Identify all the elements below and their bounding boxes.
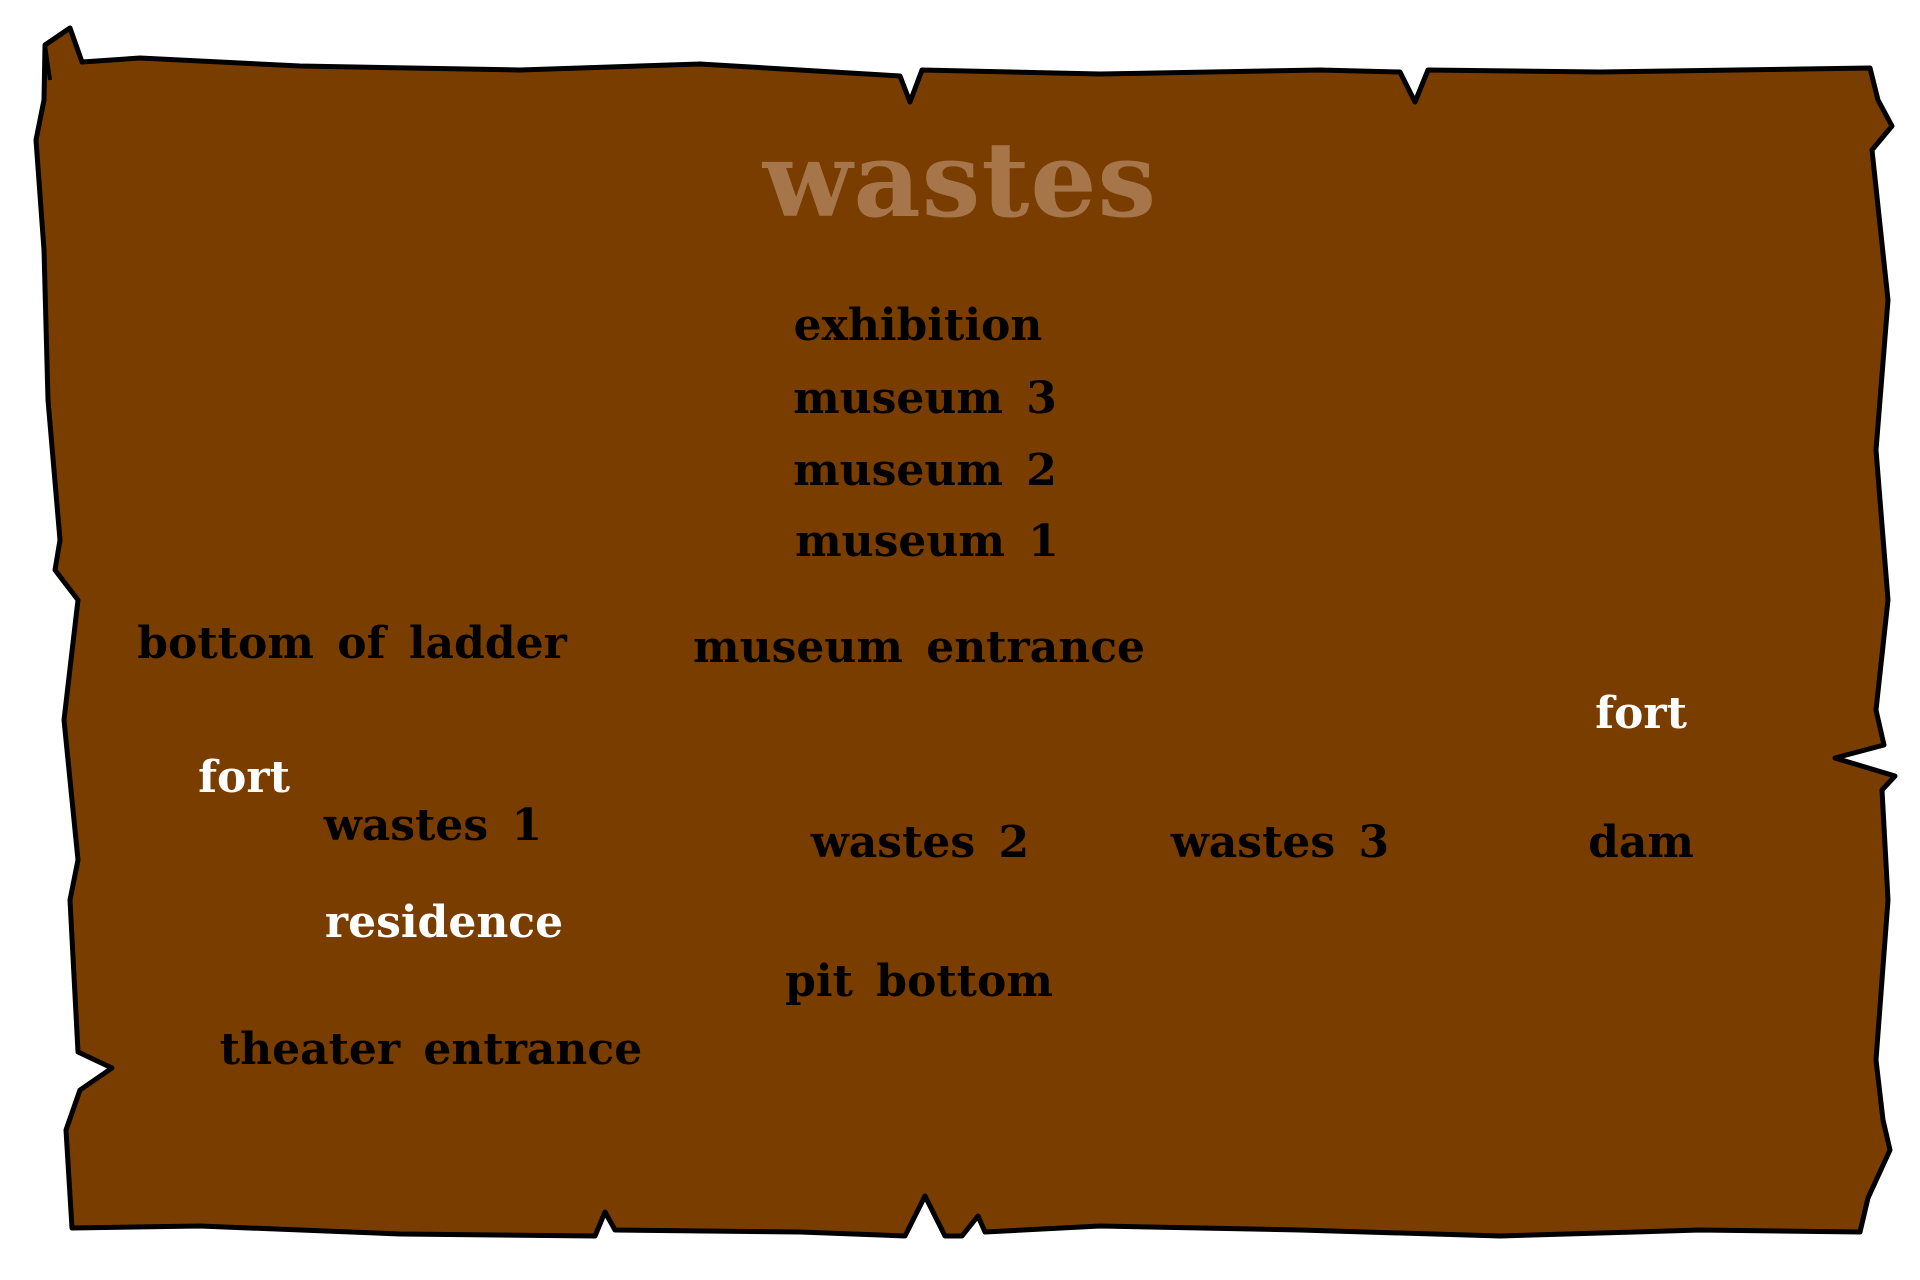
location-dam[interactable]: dam [1588,821,1694,865]
location-museum-3[interactable]: museum 3 [793,377,1057,421]
location-bottom-of-ladder[interactable]: bottom of ladder [137,622,567,666]
location-fort-right[interactable]: fort [1595,692,1687,736]
location-theater-entrance[interactable]: theater entrance [220,1028,642,1072]
location-fort-left[interactable]: fort [198,756,290,800]
location-wastes-1[interactable]: wastes 1 [324,804,542,848]
map-screen: wastes exhibition museum 3 museum 2 muse… [0,0,1920,1280]
location-exhibition[interactable]: exhibition [794,304,1043,348]
location-residence[interactable]: residence [325,901,563,945]
location-museum-1[interactable]: museum 1 [795,520,1059,564]
location-museum-entrance[interactable]: museum entrance [693,626,1145,670]
location-pit-bottom[interactable]: pit bottom [785,960,1053,1004]
location-museum-2[interactable]: museum 2 [793,449,1057,493]
map-title: wastes [762,118,1158,241]
location-wastes-2[interactable]: wastes 2 [811,821,1029,865]
location-wastes-3[interactable]: wastes 3 [1171,821,1389,865]
